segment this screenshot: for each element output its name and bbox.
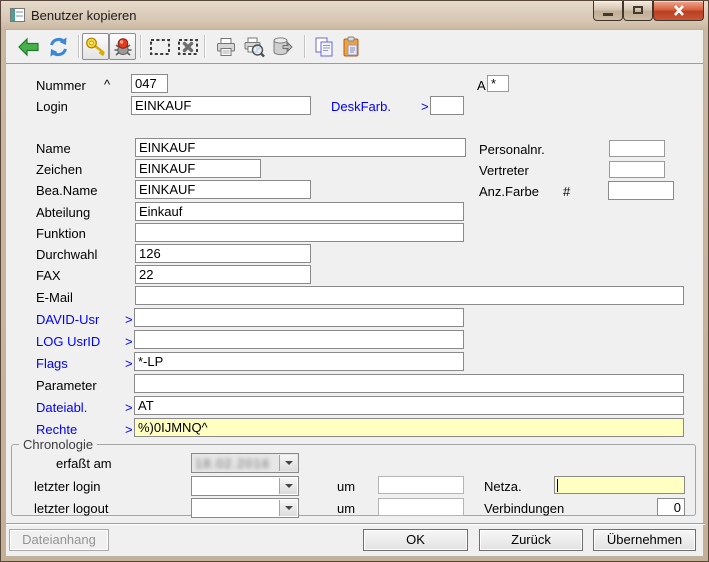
personalnr-label: Personalnr. xyxy=(479,142,545,158)
fax-input[interactable] xyxy=(135,265,311,284)
letzter-logout-value xyxy=(195,501,278,516)
chevron-down-icon xyxy=(285,461,293,465)
zeichen-input[interactable] xyxy=(135,159,261,178)
rechte-input[interactable] xyxy=(134,418,684,437)
erfasst-am-dropdown-button[interactable] xyxy=(279,455,297,471)
fax-label: FAX xyxy=(36,268,61,284)
login-label: Login xyxy=(36,99,68,115)
parameter-input[interactable] xyxy=(134,374,684,393)
personalnr-input[interactable] xyxy=(609,140,665,157)
abteilung-input[interactable] xyxy=(135,202,464,221)
flags-input[interactable] xyxy=(134,352,464,371)
rechte-label[interactable]: Rechte xyxy=(36,422,77,438)
login-time-input[interactable] xyxy=(378,476,464,494)
chevron-down-icon xyxy=(285,506,293,510)
text-cursor xyxy=(557,479,558,492)
letzter-login-label: letzter login xyxy=(34,479,100,495)
ok-button[interactable]: OK xyxy=(363,529,468,551)
nummer-sort-indicator: ^ xyxy=(104,77,110,93)
nummer-input[interactable] xyxy=(131,74,168,93)
abteilung-label: Abteilung xyxy=(36,205,90,221)
letzter-login-value xyxy=(195,479,278,494)
letzter-login-dropdown-button[interactable] xyxy=(279,478,297,494)
funktion-label: Funktion xyxy=(36,226,86,242)
letzter-login-combo[interactable] xyxy=(191,476,299,496)
letzter-logout-label: letzter logout xyxy=(34,501,108,517)
deskfarb-input[interactable] xyxy=(430,96,464,115)
letzter-logout-combo[interactable] xyxy=(191,498,299,518)
flags-label[interactable]: Flags xyxy=(36,356,68,372)
log-usrid-label[interactable]: LOG UsrID xyxy=(36,334,100,350)
anz-farbe-input[interactable] xyxy=(608,181,674,200)
vertreter-input[interactable] xyxy=(609,161,665,178)
dateiabl-label[interactable]: Dateiabl. xyxy=(36,400,87,416)
netza-input[interactable] xyxy=(554,476,685,494)
chevron-down-icon xyxy=(285,484,293,488)
verbindungen-input[interactable] xyxy=(657,498,685,516)
zeichen-label: Zeichen xyxy=(36,162,82,178)
um-label-logout: um xyxy=(337,501,355,517)
durchwahl-input[interactable] xyxy=(135,244,311,263)
letzter-logout-dropdown-button[interactable] xyxy=(279,500,297,516)
client-area: Nummer ^ A Login DeskFarb. > Name Person… xyxy=(5,29,704,557)
erfasst-am-value: 18.02.2016 xyxy=(195,456,278,471)
parameter-label: Parameter xyxy=(36,378,97,394)
durchwahl-label: Durchwahl xyxy=(36,247,97,263)
footer-separator xyxy=(6,523,705,525)
chronologie-title: Chronologie xyxy=(19,437,97,452)
email-input[interactable] xyxy=(135,286,684,305)
name-label: Name xyxy=(36,141,71,157)
anz-farbe-hash: # xyxy=(563,184,570,200)
funktion-input[interactable] xyxy=(135,223,464,242)
erfasst-am-combo[interactable]: 18.02.2016 xyxy=(191,453,299,473)
logout-time-input[interactable] xyxy=(378,498,464,516)
david-usr-label[interactable]: DAVID-Usr xyxy=(36,312,99,328)
bea-name-label: Bea.Name xyxy=(36,183,97,199)
form-area: Nummer ^ A Login DeskFarb. > Name Person… xyxy=(1,1,709,562)
dateianhang-button: Dateianhang xyxy=(9,529,109,551)
zurueck-button[interactable]: Zurück xyxy=(479,529,583,551)
name-input[interactable] xyxy=(135,138,466,157)
a-input[interactable] xyxy=(487,75,509,92)
nummer-label: Nummer xyxy=(36,78,86,94)
um-label-login: um xyxy=(337,479,355,495)
uebernehmen-button[interactable]: Übernehmen xyxy=(593,529,696,551)
bea-name-input[interactable] xyxy=(135,180,311,199)
vertreter-label: Vertreter xyxy=(479,163,529,179)
email-label: E-Mail xyxy=(36,290,73,306)
log-usrid-input[interactable] xyxy=(134,330,464,349)
anz-farbe-label: Anz.Farbe xyxy=(479,184,539,200)
verbindungen-label: Verbindungen xyxy=(484,501,564,517)
david-usr-input[interactable] xyxy=(134,308,464,327)
erfasst-am-label: erfaßt am xyxy=(56,456,112,472)
dialog-window: Benutzer kopieren xyxy=(0,0,709,562)
deskfarb-label[interactable]: DeskFarb. xyxy=(331,99,391,115)
a-label: A xyxy=(477,78,486,94)
netza-label: Netza. xyxy=(484,479,522,495)
dateiabl-input[interactable] xyxy=(134,396,684,415)
login-input[interactable] xyxy=(131,96,311,115)
